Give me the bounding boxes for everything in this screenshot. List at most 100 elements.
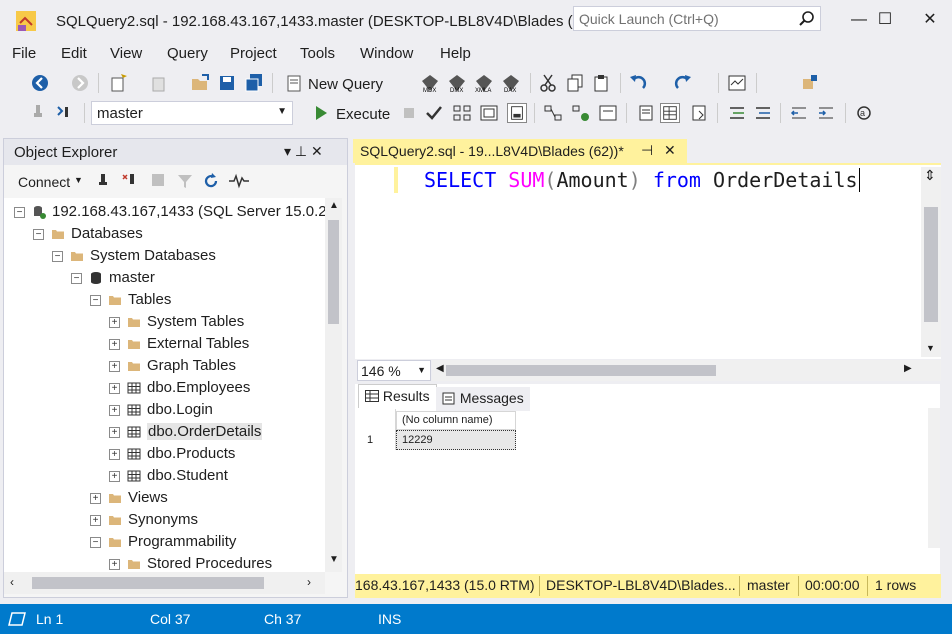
object-explorer-horizontal-scrollbar[interactable]: ‹ › (4, 572, 325, 594)
change-connection-icon[interactable] (56, 103, 76, 123)
dax-query-icon[interactable]: DAX (501, 73, 521, 93)
stop-icon[interactable] (399, 103, 419, 123)
grid-results-icon[interactable] (660, 103, 680, 123)
xmla-query-icon[interactable]: XMLA (474, 73, 494, 93)
collapse-icon[interactable]: − (71, 273, 82, 284)
expand-icon[interactable]: + (109, 405, 120, 416)
chevron-down-icon[interactable]: ▼ (74, 175, 83, 185)
row-number[interactable]: 1 (367, 434, 373, 446)
tree-node[interactable]: + External Tables (4, 334, 325, 356)
scroll-up-icon[interactable]: ▲ (329, 200, 339, 211)
save-all-icon[interactable] (244, 73, 264, 93)
forward-icon[interactable] (70, 73, 90, 93)
expand-icon[interactable]: + (90, 515, 101, 526)
menu-edit[interactable]: Edit (61, 45, 87, 62)
menu-query[interactable]: Query (167, 45, 208, 62)
new-query-button[interactable]: New Query (308, 76, 383, 93)
scroll-right-icon[interactable]: ▶ (904, 363, 912, 374)
increase-indent-icon[interactable] (816, 103, 836, 123)
expand-icon[interactable]: + (109, 361, 120, 372)
tree-node[interactable]: + dbo.Employees (4, 378, 325, 400)
disconnect-icon[interactable] (121, 172, 141, 190)
cut-icon[interactable] (538, 73, 558, 93)
paste-icon[interactable] (592, 73, 612, 93)
execute-icon[interactable] (311, 103, 331, 123)
tree-node[interactable]: − 192.168.43.167,1433 (SQL Server 15.0.20… (4, 202, 325, 224)
expand-icon[interactable]: + (109, 559, 120, 570)
undo-icon[interactable] (628, 73, 648, 93)
expand-icon[interactable]: + (109, 317, 120, 328)
activity-icon[interactable] (228, 172, 250, 190)
tree-node[interactable]: − master (4, 268, 325, 290)
plug-icon[interactable] (94, 172, 112, 190)
tree-node[interactable]: − Databases (4, 224, 325, 246)
refresh-icon[interactable] (202, 172, 220, 190)
results-to-text-icon[interactable] (636, 103, 656, 123)
tree-node[interactable]: + dbo.Products (4, 444, 325, 466)
redo-icon[interactable] (673, 73, 693, 93)
save-icon[interactable] (217, 73, 237, 93)
comment-icon[interactable] (727, 103, 747, 123)
column-header[interactable]: (No column name) (396, 411, 516, 430)
tab-results[interactable]: Results (358, 384, 437, 408)
parse-icon[interactable] (424, 103, 444, 123)
tree-node[interactable]: + dbo.Login (4, 400, 325, 422)
back-icon[interactable] (30, 73, 50, 93)
scroll-left-icon[interactable]: ‹ (10, 575, 14, 589)
results-scrollbar[interactable] (928, 408, 940, 548)
tree-node[interactable]: − Tables (4, 290, 325, 312)
mdx-query-icon[interactable]: MDX (420, 73, 440, 93)
menu-help[interactable]: Help (440, 45, 471, 62)
results-to-grid-icon[interactable] (507, 103, 527, 123)
scroll-down-icon[interactable]: ▼ (329, 554, 339, 565)
add-item-icon[interactable] (148, 73, 168, 93)
tree-node[interactable]: + System Tables (4, 312, 325, 334)
live-stats-icon[interactable] (571, 103, 591, 123)
expand-icon[interactable]: + (109, 383, 120, 394)
menu-tools[interactable]: Tools (300, 45, 335, 62)
zoom-select[interactable]: 146 % ▼ (357, 360, 431, 381)
results-to-file-icon[interactable] (689, 103, 709, 123)
tab-messages[interactable]: Messages (436, 387, 530, 411)
tree-node[interactable]: + Stored Procedures (4, 554, 325, 572)
scroll-left-icon[interactable]: ◀ (436, 363, 444, 374)
tree-node[interactable]: − Programmability (4, 532, 325, 554)
execute-button[interactable]: Execute (336, 106, 390, 123)
output-window-icon[interactable] (8, 612, 26, 626)
sql-editor[interactable]: ⇕ ▼ (355, 163, 941, 359)
query-options-icon[interactable] (479, 103, 499, 123)
tree-node[interactable]: + Synonyms (4, 510, 325, 532)
tree-node[interactable]: + Graph Tables (4, 356, 325, 378)
quick-launch-input[interactable]: Quick Launch (Ctrl+Q) (573, 6, 821, 31)
pin-icon[interactable]: ⊣ (641, 142, 653, 159)
filter-icon[interactable] (176, 172, 194, 190)
tree-node[interactable]: + dbo.Student (4, 466, 325, 488)
open-file-icon[interactable] (190, 73, 210, 93)
tree-node[interactable]: − System Databases (4, 246, 325, 268)
menu-file[interactable]: File (12, 45, 36, 62)
close-button[interactable]: ✕ (907, 6, 952, 34)
properties-icon[interactable] (800, 73, 820, 93)
collapse-icon[interactable]: − (90, 295, 101, 306)
scroll-down-icon[interactable]: ▼ (926, 343, 935, 353)
expand-icon[interactable]: + (109, 427, 120, 438)
collapse-icon[interactable]: − (33, 229, 44, 240)
menu-window[interactable]: Window (360, 45, 413, 62)
object-explorer-window-controls[interactable]: ▾ ⊥ ✕ (284, 143, 323, 160)
collapse-icon[interactable]: − (52, 251, 63, 262)
maximize-button[interactable]: ☐ (862, 6, 908, 34)
expand-icon[interactable]: + (90, 493, 101, 504)
split-icon[interactable]: ⇕ (924, 167, 936, 184)
sql-code-line[interactable]: SELECT SUM(Amount) from OrderDetails (424, 168, 860, 192)
expand-icon[interactable]: + (109, 449, 120, 460)
collapse-icon[interactable]: − (14, 207, 25, 218)
estimated-plan-icon[interactable] (452, 103, 472, 123)
menu-project[interactable]: Project (230, 45, 277, 62)
stop-icon[interactable] (152, 174, 164, 186)
result-cell[interactable]: 12229 (396, 430, 516, 450)
editor-horizontal-scrollbar[interactable]: ◀ ▶ (432, 360, 941, 381)
close-tab-icon[interactable]: ✕ (664, 142, 676, 159)
connect-button[interactable]: Connect (18, 174, 70, 190)
decrease-indent-icon[interactable] (789, 103, 809, 123)
menu-view[interactable]: View (110, 45, 142, 62)
